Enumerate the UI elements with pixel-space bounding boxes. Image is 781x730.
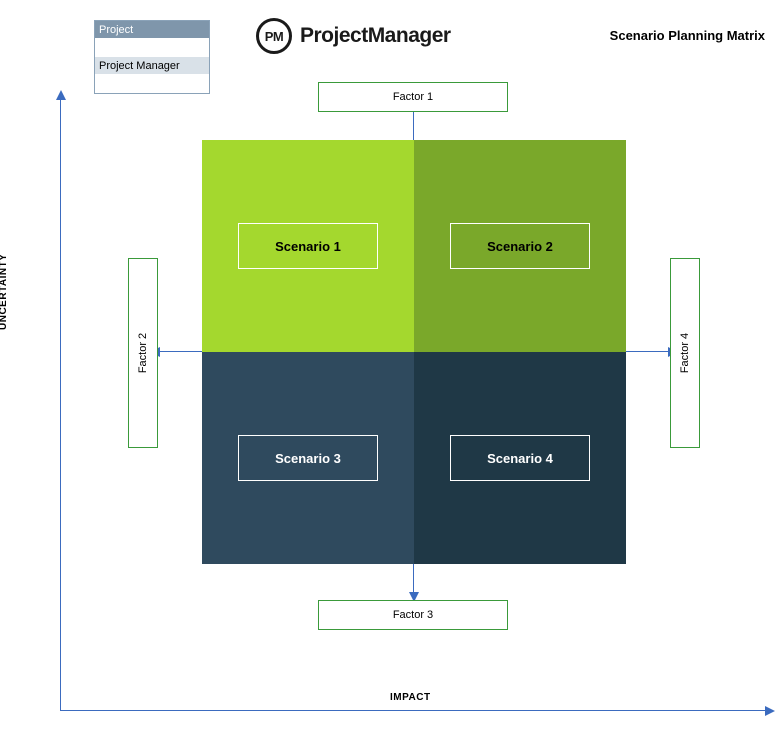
x-axis-label: IMPACT (390, 692, 431, 703)
legend-row-project-manager: Project Manager (95, 57, 209, 75)
factor-left-label: Factor 2 (137, 333, 149, 373)
brand-name: ProjectManager (300, 24, 451, 48)
y-axis-arrow (60, 100, 61, 710)
pm-logo-icon: PM (256, 18, 292, 54)
scenario-matrix: Scenario 1 Scenario 2 Scenario 3 Scenari… (202, 140, 626, 564)
quadrant-1: Scenario 1 (202, 140, 414, 352)
scenario-2-box: Scenario 2 (450, 223, 590, 269)
quadrant-2: Scenario 2 (414, 140, 626, 352)
legend-row-project: Project (95, 21, 209, 39)
scenario-3-box: Scenario 3 (238, 435, 378, 481)
quadrant-3: Scenario 3 (202, 352, 414, 564)
brand: PM ProjectManager (256, 18, 451, 54)
y-axis-label: UNCERTAINTY (0, 254, 9, 330)
x-axis-arrow (60, 710, 765, 711)
factor-left-box: Factor 2 (128, 258, 158, 448)
factor-bottom-box: Factor 3 (318, 600, 508, 630)
quadrant-4: Scenario 4 (414, 352, 626, 564)
factor-top-label: Factor 1 (393, 91, 433, 103)
factor-bottom-label: Factor 3 (393, 609, 433, 621)
page-title: Scenario Planning Matrix (610, 28, 765, 43)
scenario-4-box: Scenario 4 (450, 435, 590, 481)
factor-right-label: Factor 4 (679, 333, 691, 373)
factor-right-box: Factor 4 (670, 258, 700, 448)
factor-top-box: Factor 1 (318, 82, 508, 112)
legend-table: Project Project Manager (94, 20, 210, 94)
scenario-1-box: Scenario 1 (238, 223, 378, 269)
legend-row-blank-2 (95, 75, 209, 93)
legend-row-blank-1 (95, 39, 209, 57)
